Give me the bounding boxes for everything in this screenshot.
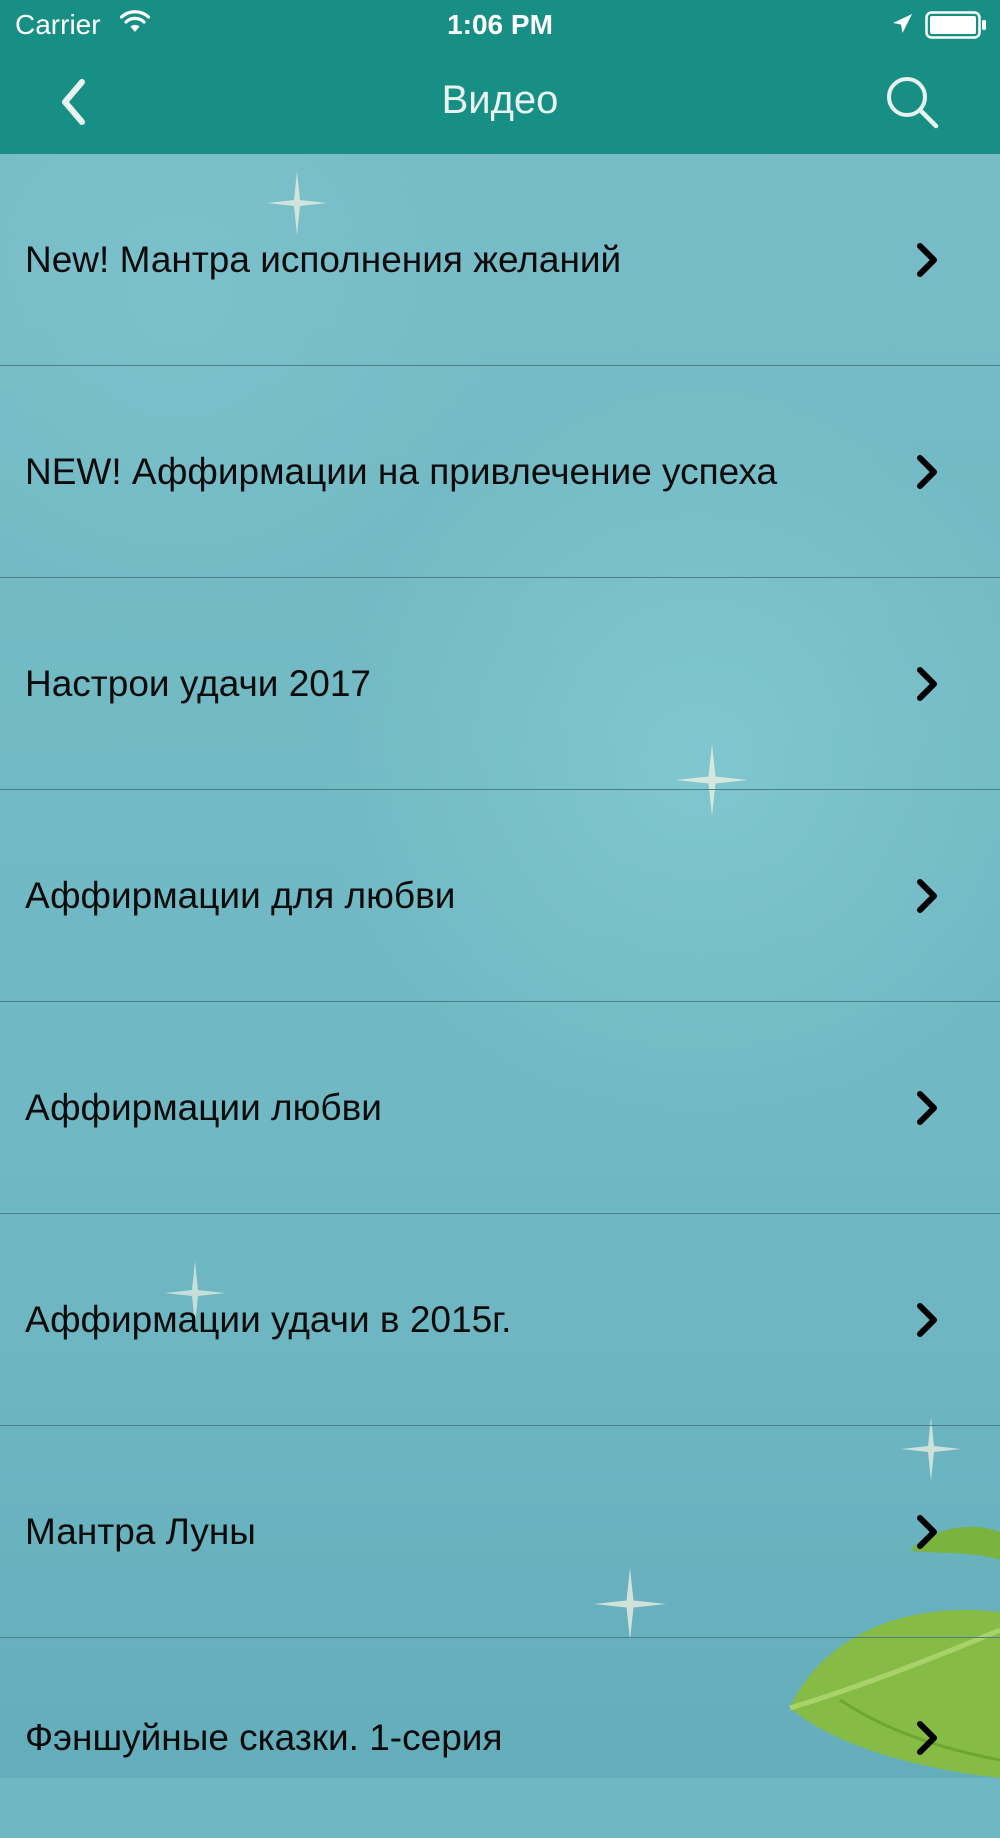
list-item[interactable]: Фэншуйные сказки. 1-серия xyxy=(0,1638,1000,1838)
list-item-label: Аффирмации для любви xyxy=(25,874,456,916)
chevron-left-icon xyxy=(62,79,85,125)
search-icon xyxy=(887,77,939,129)
clock-label: 1:06 PM xyxy=(447,9,553,40)
page-title: Видео xyxy=(441,78,559,122)
location-arrow-icon xyxy=(893,14,912,33)
search-button[interactable] xyxy=(880,70,944,134)
list-item[interactable]: Аффирмации удачи в 2015г. xyxy=(0,1214,1000,1426)
list-item[interactable]: Аффирмации любви xyxy=(0,1002,1000,1214)
back-button[interactable] xyxy=(46,70,100,134)
list-item-label: Настрои удачи 2017 xyxy=(25,662,372,704)
chevron-right-icon xyxy=(910,790,944,1001)
chevron-right-icon xyxy=(910,1214,944,1425)
chevron-right-icon xyxy=(910,366,944,577)
list-item-label: Аффирмации удачи в 2015г. xyxy=(25,1298,512,1340)
chevron-right-icon xyxy=(910,1426,944,1637)
navigation-bar: Carrier 1:06 PM Видео xyxy=(0,0,1000,154)
chevron-right-icon xyxy=(910,1638,944,1838)
chevron-right-icon xyxy=(910,578,944,789)
chevron-right-icon xyxy=(910,1002,944,1213)
battery-icon xyxy=(925,11,986,39)
list-item-label: New! Мантра исполнения желаний xyxy=(25,238,622,280)
list-item[interactable]: Настрои удачи 2017 xyxy=(0,578,1000,790)
list-item-label: Фэншуйные сказки. 1-серия xyxy=(25,1717,503,1758)
video-list: New! Мантра исполнения желаний NEW! Аффи… xyxy=(0,154,1000,1838)
list-item-label: Аффирмации любви xyxy=(25,1086,382,1128)
list-item[interactable]: Аффирмации для любви xyxy=(0,790,1000,1002)
list-item-label: NEW! Аффирмации на привлечение успеха xyxy=(25,450,778,492)
list-item[interactable]: Мантра Луны xyxy=(0,1426,1000,1638)
list-item[interactable]: NEW! Аффирмации на привлечение успеха xyxy=(0,366,1000,578)
list-item[interactable]: New! Мантра исполнения желаний xyxy=(0,154,1000,366)
status-bar: Carrier 1:06 PM xyxy=(0,0,1000,50)
list-item-label: Мантра Луны xyxy=(25,1510,256,1552)
chevron-right-icon xyxy=(910,154,944,365)
